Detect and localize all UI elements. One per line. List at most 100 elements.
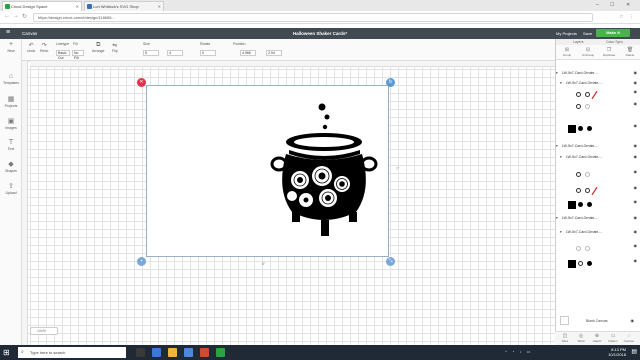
visibility-icon[interactable]: ◉ <box>634 79 638 87</box>
task-view-icon[interactable] <box>136 348 145 357</box>
zoom-control[interactable]: 100% <box>30 327 58 335</box>
color-swatch[interactable] <box>587 126 592 131</box>
layer-swatch[interactable] <box>576 172 581 177</box>
visibility-icon[interactable]: ◉ <box>634 169 638 174</box>
layer-subgroup[interactable]: ▾ LW-5x7-Card-Ornate-... ◉ <box>556 79 640 87</box>
save-link[interactable]: Save <box>583 31 592 36</box>
layer-item[interactable]: ◉ <box>556 243 640 255</box>
back-icon[interactable]: ← <box>4 13 10 19</box>
taskbar-clock[interactable]: 8:13 PM 10/1/2018 <box>608 347 626 357</box>
minimize-icon[interactable]: – <box>596 0 599 11</box>
close-tab-icon[interactable]: ✕ <box>158 2 161 11</box>
store-icon[interactable] <box>184 348 193 357</box>
layer-group[interactable]: ▾ LW-5x7-Card-Ornate-... ◉ <box>556 214 640 222</box>
ungroup-button[interactable]: ⊟ UnGroup <box>578 47 598 57</box>
close-window-icon[interactable]: ✕ <box>626 0 630 11</box>
layer-item[interactable]: ◉ <box>556 185 640 197</box>
layer-subgroup[interactable]: ▾ LW-5x7-Card-Ornate-... ◉ <box>556 228 640 236</box>
system-tray-icons[interactable]: ^ ◔ ♪ ▭ <box>505 349 532 354</box>
rail-templates[interactable]: ⌂ Templates <box>0 73 22 85</box>
my-projects-link[interactable]: My Projects <box>556 31 577 36</box>
color-swatch[interactable] <box>585 172 590 177</box>
visibility-icon[interactable]: ◉ <box>634 142 638 150</box>
rotate-handle-icon[interactable]: ↻ <box>386 78 395 87</box>
contour-button[interactable]: ◌ Contour <box>621 333 637 343</box>
layer-swatch[interactable] <box>576 188 581 193</box>
visibility-icon[interactable]: ◉ <box>634 123 638 128</box>
visibility-icon[interactable]: ◉ <box>634 258 638 263</box>
close-tab-icon[interactable]: ✕ <box>76 2 79 11</box>
tab-color-sync[interactable]: Color Sync <box>606 40 623 44</box>
rail-new[interactable]: + New <box>0 41 22 53</box>
fill-select[interactable]: No Fill <box>72 50 84 60</box>
url-field[interactable]: https://design.cricut.com/#/design/11866… <box>33 13 593 22</box>
delete-button[interactable]: 🗑 Delete <box>620 47 640 57</box>
color-swatch[interactable] <box>587 261 592 266</box>
visibility-icon[interactable]: ◉ <box>634 243 638 248</box>
rail-upload[interactable]: ⇪ Upload <box>0 183 22 195</box>
y-position-input[interactable]: 2.94 <box>266 50 282 56</box>
maximize-icon[interactable]: ☐ <box>610 0 614 11</box>
tab-layers[interactable]: Layers <box>573 40 584 44</box>
layer-item[interactable]: ◉ <box>556 123 640 135</box>
browser-tab-svg-shop[interactable]: Lori Whitlock's SVG Shop ✕ <box>84 1 164 11</box>
color-swatch[interactable] <box>585 246 590 251</box>
visibility-icon[interactable]: ◉ <box>634 153 638 161</box>
layer-item[interactable]: ◉ <box>556 89 640 101</box>
layer-swatch[interactable] <box>576 246 581 251</box>
edge-browser-icon[interactable] <box>152 348 161 357</box>
flatten-button[interactable]: ▭ Flatten <box>605 333 621 343</box>
layer-subgroup[interactable]: ▾ LW-5x7-Card-Ornate-... ◉ <box>556 153 640 161</box>
color-swatch[interactable] <box>585 104 590 109</box>
blank-canvas-swatch[interactable] <box>560 316 569 325</box>
redo-button[interactable]: ↷ Redo <box>40 42 48 53</box>
weld-button[interactable]: ◎ Weld <box>573 333 589 343</box>
attach-button[interactable]: ⊕ Attach <box>589 333 605 343</box>
group-button[interactable]: ⊞ Group <box>557 47 577 57</box>
cauldron-image[interactable] <box>262 100 387 242</box>
color-swatch[interactable] <box>578 261 583 266</box>
visibility-icon[interactable]: ◉ <box>634 69 638 77</box>
color-swatch[interactable] <box>585 92 590 97</box>
layer-item[interactable]: ◉ <box>556 101 640 113</box>
slice-button[interactable]: ◫ Slice <box>557 333 573 343</box>
chrome-icon[interactable] <box>200 348 209 357</box>
windows-start-icon[interactable]: ⊞ <box>3 348 10 357</box>
height-input[interactable]: 4 <box>167 50 183 56</box>
make-it-button[interactable]: Make It <box>596 29 630 37</box>
blank-canvas-row[interactable]: Blank Canvas ◉ <box>558 316 638 326</box>
layer-group[interactable]: ▾ LW-5x7-Card-Ornate-... ◉ <box>556 142 640 150</box>
flip-button[interactable]: ⇋ Flip <box>112 42 118 53</box>
rail-text[interactable]: T Text <box>0 139 22 151</box>
arrange-button[interactable]: ⧉ Arrange <box>92 42 104 53</box>
layer-group[interactable]: ▾ LW-5x7-Card-Ornate-... ◉ <box>556 69 640 77</box>
layer-swatch[interactable] <box>576 104 581 109</box>
undo-button[interactable]: ↶ Undo <box>27 42 35 53</box>
taskbar-search[interactable]: ⌕ Type here to search <box>18 347 126 358</box>
cricut-app-icon[interactable] <box>216 348 225 357</box>
browser-tab-design-space[interactable]: Cricut Design Space ✕ <box>2 1 82 11</box>
layer-item[interactable]: ◉ <box>556 169 640 181</box>
x-position-input[interactable]: 4.966 <box>240 50 256 56</box>
forward-icon[interactable]: → <box>13 13 19 19</box>
notifications-icon[interactable]: ▤ <box>631 348 637 355</box>
visibility-icon[interactable]: ◉ <box>634 101 638 106</box>
browser-menu-icon[interactable]: ☆ ⋮ <box>619 14 636 20</box>
resize-handle-icon[interactable]: ⤡ <box>386 257 395 266</box>
delete-handle-icon[interactable]: ✕ <box>137 78 146 87</box>
layer-item[interactable]: ◉ <box>556 199 640 211</box>
color-swatch[interactable] <box>578 126 583 131</box>
visibility-icon[interactable]: ◉ <box>634 185 638 190</box>
width-input[interactable]: 5 <box>143 50 159 56</box>
reload-icon[interactable]: ↻ <box>22 13 27 20</box>
visibility-icon[interactable]: ◉ <box>631 318 635 323</box>
rotate-input[interactable]: 0 <box>200 50 216 56</box>
visibility-icon[interactable]: ◉ <box>634 214 638 222</box>
color-swatch[interactable] <box>587 202 592 207</box>
duplicate-button[interactable]: ❐ Duplicate <box>599 47 619 57</box>
file-explorer-icon[interactable] <box>168 348 177 357</box>
visibility-icon[interactable]: ◉ <box>634 199 638 204</box>
color-swatch[interactable] <box>585 188 590 193</box>
lock-handle-icon[interactable]: ▪ <box>137 257 146 266</box>
layer-swatch[interactable] <box>576 92 581 97</box>
